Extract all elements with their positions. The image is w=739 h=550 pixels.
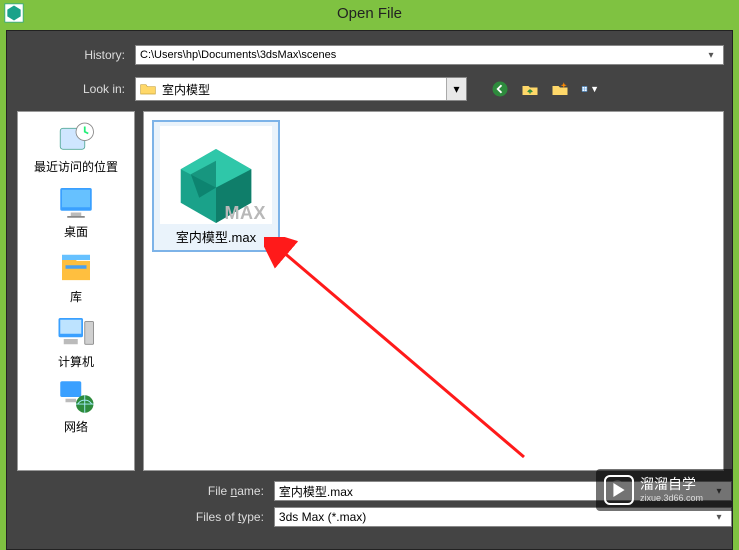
network-icon	[55, 377, 97, 417]
filename-label: File name:	[7, 484, 274, 498]
places-label: 网络	[64, 418, 88, 435]
places-label: 计算机	[58, 353, 94, 370]
annotation-arrow	[264, 237, 544, 467]
t: File	[208, 484, 231, 498]
places-computer[interactable]: 计算机	[18, 307, 134, 372]
places-label: 最近访问的位置	[34, 158, 118, 175]
recent-places-icon	[55, 117, 97, 157]
lookin-label: Look in:	[7, 82, 135, 96]
t: Files of	[196, 510, 238, 524]
watermark-sub: zixue.3d66.com	[640, 493, 703, 503]
history-label: History:	[7, 48, 135, 62]
file-name: 室内模型.max	[176, 227, 256, 246]
chevron-down-icon[interactable]: ▾	[711, 509, 727, 525]
filetype-value: 3ds Max (*.max)	[279, 510, 366, 524]
lookin-row: Look in: 室内模型 ▾ ▼	[7, 77, 732, 101]
dialog-panel: History: C:\Users\hp\Documents\3dsMax\sc…	[6, 30, 733, 550]
filetype-label: Files of type:	[7, 510, 274, 524]
places-libraries[interactable]: 库	[18, 242, 134, 307]
history-dropdown[interactable]: C:\Users\hp\Documents\3dsMax\scenes ▾	[135, 45, 724, 65]
lookin-toolbar: ▼	[491, 80, 599, 98]
places-desktop[interactable]: 桌面	[18, 177, 134, 242]
desktop-icon	[55, 182, 97, 222]
chevron-down-icon[interactable]: ▾	[446, 78, 466, 100]
view-menu-icon[interactable]: ▼	[581, 80, 599, 98]
t: ame:	[237, 484, 264, 498]
places-network[interactable]: 网络	[18, 372, 134, 437]
back-icon[interactable]	[491, 80, 509, 98]
chevron-down-icon: ▾	[703, 47, 719, 63]
folder-icon	[140, 82, 156, 96]
file-item-selected[interactable]: MAX 室内模型.max	[152, 120, 280, 252]
lookin-dropdown[interactable]: 室内模型 ▾	[135, 77, 467, 101]
file-thumbnail: MAX	[160, 126, 272, 224]
places-bar: 最近访问的位置 桌面 库 计算机	[17, 111, 135, 471]
window-title: Open File	[0, 5, 739, 22]
history-value: C:\Users\hp\Documents\3dsMax\scenes	[140, 49, 336, 61]
libraries-icon	[55, 247, 97, 287]
title-bar: Open File	[0, 0, 739, 26]
main-area: 最近访问的位置 桌面 库 计算机	[7, 111, 732, 471]
history-row: History: C:\Users\hp\Documents\3dsMax\sc…	[7, 45, 732, 65]
places-label: 桌面	[64, 223, 88, 240]
thumb-tag: MAX	[160, 203, 272, 224]
places-label: 库	[70, 288, 82, 305]
up-one-level-icon[interactable]	[521, 80, 539, 98]
watermark-text: 溜溜自学	[640, 477, 703, 492]
app-icon	[4, 3, 24, 23]
places-recent[interactable]: 最近访问的位置	[18, 112, 134, 177]
computer-icon	[55, 312, 97, 352]
lookin-value: 室内模型	[162, 81, 210, 98]
create-new-folder-icon[interactable]	[551, 80, 569, 98]
filename-value: 室内模型.max	[279, 483, 353, 500]
t: ype:	[241, 510, 264, 524]
file-list[interactable]: MAX 室内模型.max	[143, 111, 724, 471]
play-icon	[604, 475, 634, 505]
watermark-overlay: 溜溜自学 zixue.3d66.com	[596, 469, 732, 511]
